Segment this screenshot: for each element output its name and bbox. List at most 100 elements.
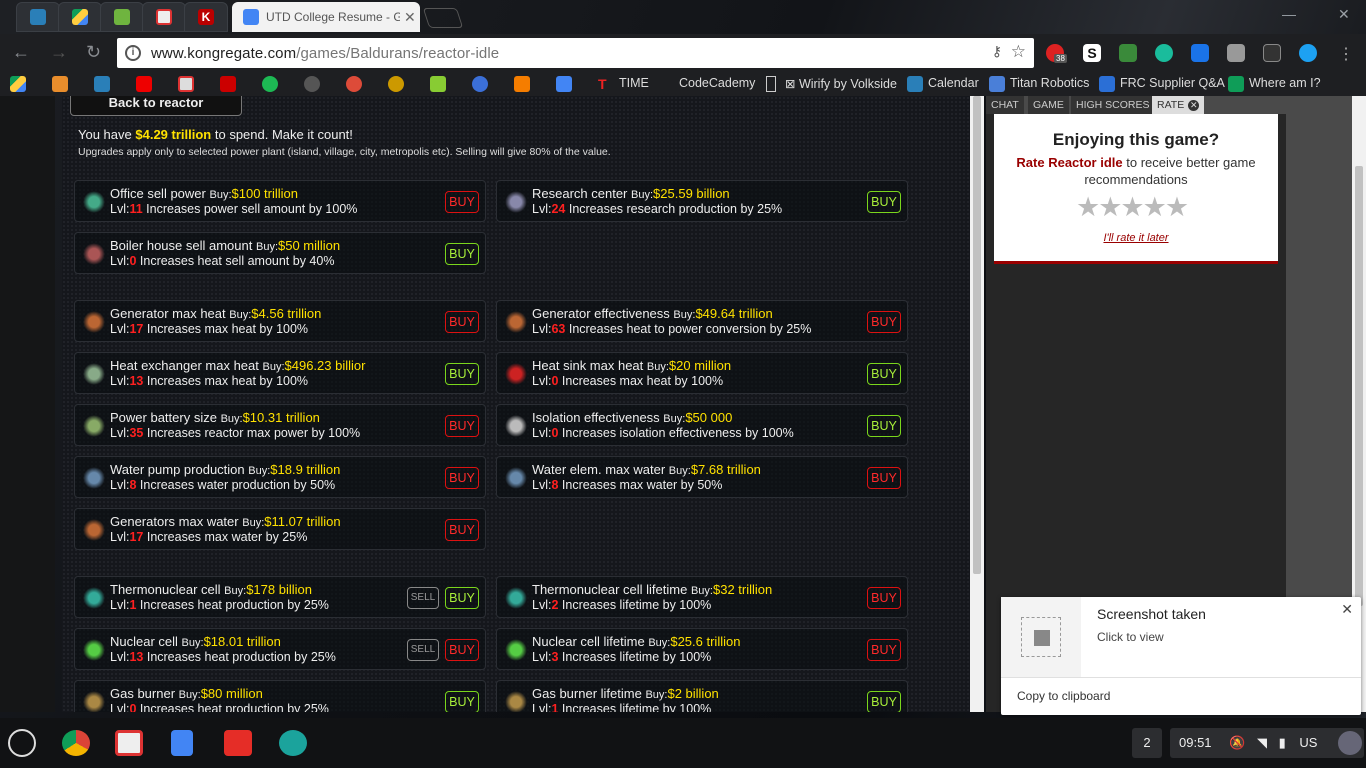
close-rate-icon[interactable]: ✕ [1188, 100, 1200, 111]
titan-bookmark-icon[interactable] [989, 76, 1005, 92]
buy-button[interactable]: BUY [867, 363, 901, 385]
new-tab-button[interactable] [422, 8, 464, 28]
status-area[interactable]: 09:51 🔕 ◥ ▮ US [1170, 728, 1364, 758]
bookmark-titan-robotics[interactable]: Titan Robotics [1010, 76, 1089, 90]
buy-button[interactable]: BUY [867, 691, 901, 712]
bookmark-codecademy[interactable]: CodeCademy [679, 76, 755, 90]
info-icon[interactable]: i [125, 45, 141, 61]
buy-button[interactable]: BUY [445, 363, 479, 385]
sell-button[interactable]: SELL [407, 639, 439, 661]
camera-extension-icon[interactable] [1263, 44, 1281, 62]
star-rating[interactable]: ★★★★★ [1076, 192, 1189, 223]
url-text[interactable]: www.kongregate.com/games/Baldurans/react… [151, 45, 499, 62]
docs-app-icon[interactable] [171, 730, 193, 756]
key-icon[interactable]: ⚷ [992, 43, 1002, 60]
notification-subtitle[interactable]: Click to view [1097, 630, 1164, 644]
bookmark-star-icon[interactable]: ☆ [1011, 42, 1026, 62]
upgrade-level: 2 [551, 598, 559, 612]
screenshot-notification[interactable]: Screenshot taken Click to view ✕ Copy to… [1001, 597, 1361, 715]
copy-to-clipboard-button[interactable]: Copy to clipboard [1017, 689, 1110, 703]
notification-close-icon[interactable]: ✕ [1341, 601, 1353, 618]
tab-high-scores[interactable]: HIGH SCORES [1071, 96, 1155, 114]
buy-button[interactable]: BUY [867, 587, 901, 609]
tab-spartan[interactable] [16, 2, 60, 32]
game-scrollbar-thumb[interactable] [973, 96, 981, 574]
menu-icon[interactable]: ⋮ [1338, 44, 1354, 63]
bookmark-icon-10[interactable] [388, 76, 404, 92]
spotify-bookmark-icon[interactable] [262, 76, 278, 92]
rate-game-link[interactable]: Rate Reactor idle [1016, 155, 1122, 170]
tab-chat[interactable]: CHAT [986, 96, 1024, 114]
spartan-bookmark-icon[interactable] [94, 76, 110, 92]
bookmark-frc-supplier[interactable]: FRC Supplier Q&A [1120, 76, 1225, 90]
rate-later-link[interactable]: I'll rate it later [994, 232, 1278, 244]
bookmark-wirify[interactable]: ⊠ Wirify by Volkside [785, 76, 897, 91]
time-bookmark-icon[interactable]: T [598, 76, 614, 92]
translate-bookmark-icon[interactable] [556, 76, 572, 92]
sheets-bookmark-icon[interactable] [1228, 76, 1244, 92]
buy-button[interactable]: BUY [445, 639, 479, 661]
buy-button[interactable]: BUY [445, 311, 479, 333]
close-window-icon[interactable]: ✕ [1338, 6, 1350, 23]
m-extension-icon[interactable] [1155, 44, 1173, 62]
buy-button[interactable]: BUY [867, 415, 901, 437]
buy-button[interactable]: BUY [867, 311, 901, 333]
youtube-app-icon[interactable] [224, 730, 252, 756]
forward-arrow-icon[interactable]: → [50, 43, 68, 61]
tab-app[interactable] [100, 2, 144, 32]
classroom-icon[interactable] [1119, 44, 1137, 62]
sell-button[interactable]: SELL [407, 587, 439, 609]
tab-utd-resume[interactable]: UTD College Resume - G ✕ [232, 2, 420, 32]
buy-button[interactable]: BUY [445, 519, 479, 541]
bookmark-where-am-i[interactable]: Where am I? [1249, 76, 1321, 90]
launcher-icon[interactable] [8, 729, 36, 757]
tab-drive[interactable] [58, 2, 102, 32]
tab-game[interactable]: GAME [1028, 96, 1069, 114]
buy-button[interactable]: BUY [445, 587, 479, 609]
drive-bookmark-icon[interactable] [10, 76, 26, 92]
buy-button[interactable]: BUY [867, 467, 901, 489]
notification-count[interactable]: 2 [1132, 728, 1162, 758]
browser-toolbar: ← → ↻ i www.kongregate.com/games/Baldura… [0, 34, 1366, 72]
bookmark-icon-12[interactable] [472, 76, 488, 92]
back-arrow-icon[interactable]: ← [12, 43, 30, 61]
bookmark-time[interactable]: TIME [619, 76, 649, 90]
pdf-icon[interactable] [1227, 44, 1245, 62]
lvl-prefix: Lvl: [532, 322, 552, 336]
upgrade-note: Upgrades apply only to selected power pl… [78, 146, 611, 158]
cnn-bookmark-icon[interactable] [220, 76, 236, 92]
bookmark-icon-2[interactable] [52, 76, 68, 92]
tab-rate[interactable]: RATE ✕ [1152, 96, 1205, 114]
close-icon[interactable]: ✕ [404, 9, 416, 26]
buy-button[interactable]: BUY [445, 243, 479, 265]
blogger-bookmark-icon[interactable] [514, 76, 530, 92]
buy-button[interactable]: BUY [445, 191, 479, 213]
youtube-bookmark-icon[interactable] [136, 76, 152, 92]
bookmark-icon-8[interactable] [304, 76, 320, 92]
sidebar-scrollbar-thumb[interactable] [1355, 166, 1363, 606]
s-extension-icon[interactable]: S [1083, 44, 1101, 62]
spartan-bookmark-icon-2[interactable] [907, 76, 923, 92]
buy-button[interactable]: BUY [867, 639, 901, 661]
d-extension-icon[interactable] [1191, 44, 1209, 62]
bookmark-calendar[interactable]: Calendar [928, 76, 979, 90]
leaf-bookmark-icon[interactable] [430, 76, 446, 92]
buy-button[interactable]: BUY [445, 415, 479, 437]
gmail-bookmark-icon[interactable] [178, 76, 194, 92]
upgrade-name: Generator effectiveness Buy:$49.64 trill… [532, 306, 773, 321]
settings-app-icon[interactable] [279, 730, 307, 756]
frc-bookmark-icon[interactable] [1099, 76, 1115, 92]
tab-kongregate[interactable]: K [184, 2, 228, 32]
tab-gmail[interactable] [142, 2, 186, 32]
google-plus-bookmark-icon[interactable] [346, 76, 362, 92]
buy-button[interactable]: BUY [445, 691, 479, 712]
reload-icon[interactable]: ↻ [86, 43, 101, 61]
address-bar[interactable]: i www.kongregate.com/games/Baldurans/rea… [117, 38, 1034, 68]
eye-extension-icon[interactable] [1299, 44, 1317, 62]
buy-button[interactable]: BUY [445, 467, 479, 489]
minimize-icon[interactable]: — [1282, 6, 1296, 22]
gmail-app-icon[interactable] [115, 730, 143, 756]
chrome-app-icon[interactable] [62, 730, 90, 756]
back-to-reactor-button[interactable]: Back to reactor [70, 96, 242, 116]
buy-button[interactable]: BUY [867, 191, 901, 213]
